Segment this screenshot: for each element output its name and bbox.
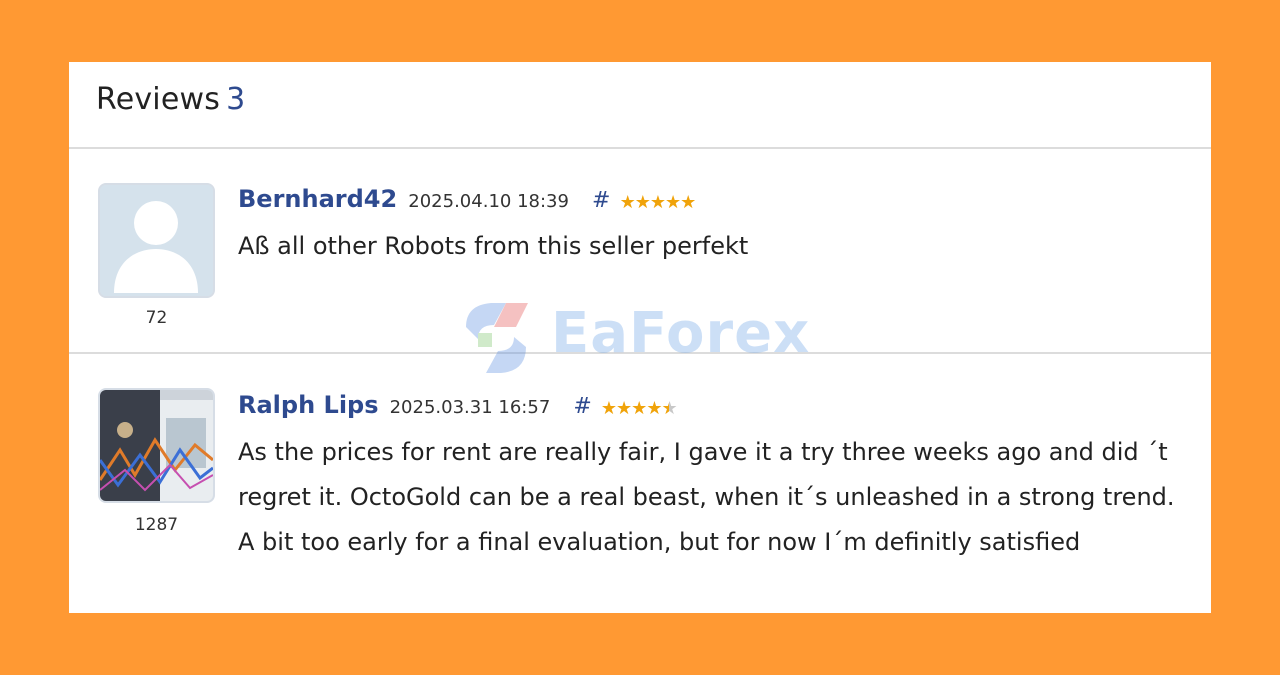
reviews-count: 3 [226, 82, 246, 117]
user-photo-icon [100, 390, 213, 501]
avatar[interactable] [98, 388, 215, 503]
rating-stars: ★★★★★ [600, 398, 678, 419]
review-date: 2025.03.31 16:57 [389, 397, 551, 418]
avatar-rating-count: 72 [145, 308, 168, 328]
review-text: As the prices for rent are really fair, … [238, 438, 1175, 556]
review-meta: Ralph Lips 2025.03.31 16:57 # ★★★★★ [238, 391, 678, 419]
review-author-link[interactable]: Bernhard42 [238, 185, 397, 213]
default-user-icon [100, 185, 213, 296]
reviews-title-label: Reviews [96, 82, 221, 117]
star-icon: ★ [600, 398, 617, 419]
star-icon: ★ [646, 398, 662, 419]
star-icon: ★ [649, 192, 666, 213]
half-star-icon: ★ [661, 398, 677, 419]
review-meta: Bernhard42 2025.04.10 18:39 # ★★★★★ [238, 185, 697, 213]
review-item: 1287 Ralph Lips 2025.03.31 16:57 # ★★★★★… [69, 355, 1211, 613]
reviews-title: Reviews 3 [96, 82, 245, 117]
review-permalink[interactable]: # [592, 188, 610, 213]
star-icon: ★ [634, 192, 651, 213]
star-icon: ★ [619, 192, 636, 213]
avatar-rating-count: 1287 [134, 515, 179, 535]
review-author-link[interactable]: Ralph Lips [238, 391, 379, 419]
review-permalink[interactable]: # [573, 394, 591, 419]
review-date: 2025.04.10 18:39 [408, 191, 569, 212]
reviews-header: Reviews 3 [69, 62, 1211, 149]
avatar[interactable] [98, 183, 215, 298]
star-icon: ★ [616, 398, 632, 419]
reviews-card: Reviews 3 72 Bernhard42 2025.04.10 18:39 … [69, 62, 1211, 613]
star-icon: ★ [664, 192, 681, 213]
review-text: Aß all other Robots from this seller per… [238, 232, 749, 260]
star-icon: ★ [631, 398, 647, 419]
rating-stars: ★★★★★ [619, 192, 697, 213]
star-icon: ★ [680, 192, 696, 213]
review-item: 72 Bernhard42 2025.04.10 18:39 # ★★★★★ A… [69, 151, 1211, 354]
